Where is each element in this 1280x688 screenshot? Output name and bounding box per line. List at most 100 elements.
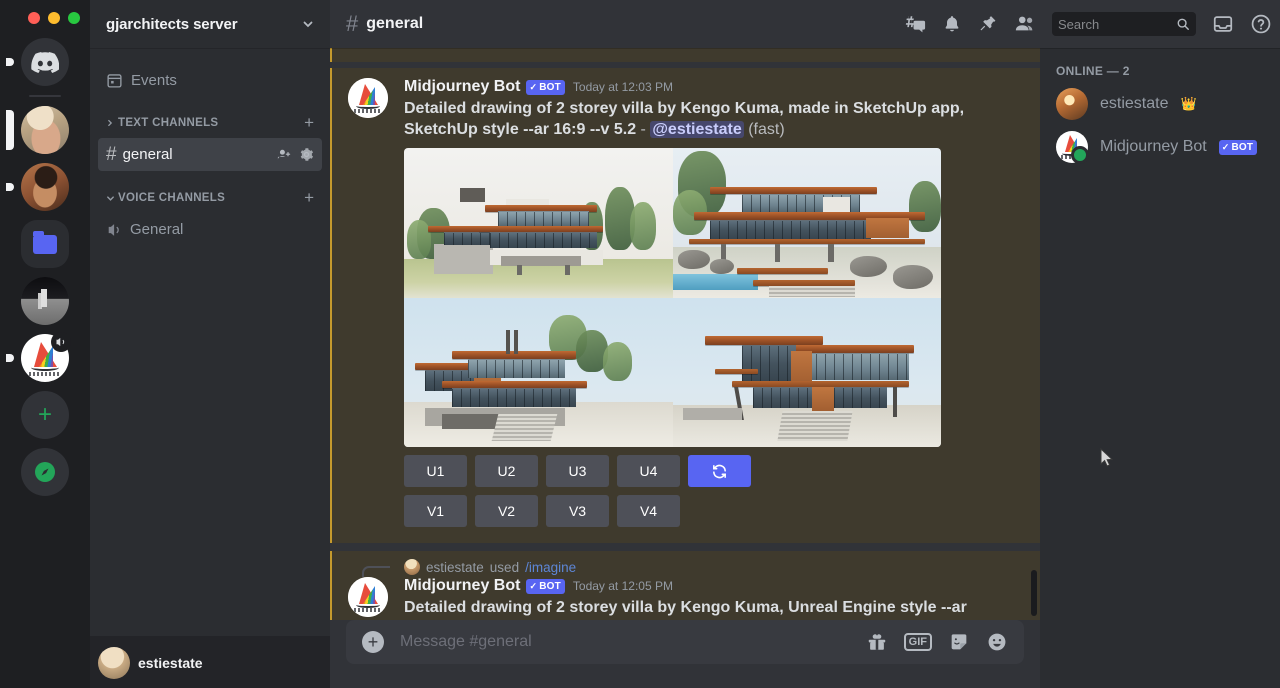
discord-window: + gjarchitects server <box>0 0 1280 688</box>
add-server-button[interactable]: + <box>21 391 69 439</box>
v2-button[interactable]: V2 <box>475 495 538 527</box>
message-image-grid[interactable] <box>404 148 941 447</box>
avatar[interactable] <box>1056 88 1088 120</box>
message-input[interactable]: Message #general <box>400 633 850 651</box>
image-grid-cell-3[interactable] <box>404 298 673 448</box>
speaker-icon <box>106 221 124 239</box>
crown-icon: 👑 <box>1180 96 1196 112</box>
v4-button[interactable]: V4 <box>617 495 680 527</box>
message-text: Detailed drawing of 2 storey villa by Ke… <box>404 98 970 140</box>
message-scroll-area[interactable]: Midjourney Bot ✓BOT Today at 12:03 PM De… <box>330 48 1040 620</box>
u1-button[interactable]: U1 <box>404 455 467 487</box>
server-rail-item-midjourney[interactable] <box>21 334 69 382</box>
member-list-item-midjourney-bot[interactable]: Midjourney Bot ✓BOT <box>1048 126 1272 168</box>
server-rail-folder[interactable] <box>21 220 69 268</box>
plus-icon: + <box>21 391 69 439</box>
u2-button[interactable]: U2 <box>475 455 538 487</box>
avatar[interactable] <box>348 78 388 118</box>
reply-username[interactable]: estiestate <box>426 560 484 575</box>
gif-button[interactable]: GIF <box>904 633 932 651</box>
server-header-dropdown[interactable]: gjarchitects server <box>90 0 330 48</box>
sticker-icon[interactable] <box>948 631 970 653</box>
sidebar-item-voice-general[interactable]: General <box>98 213 322 246</box>
invite-icon[interactable] <box>276 147 292 163</box>
add-voice-channel-button[interactable]: + <box>304 188 322 208</box>
bot-badge: ✓BOT <box>526 579 564 594</box>
server-rail: + <box>0 0 90 688</box>
check-icon: ✓ <box>529 581 537 592</box>
message-item: estiestate used /imagine <box>330 551 1040 620</box>
message-item: Midjourney Bot ✓BOT Today at 12:03 PM De… <box>330 68 1040 543</box>
calendar-icon <box>106 72 123 89</box>
image-grid-cell-1[interactable] <box>404 148 673 298</box>
reply-used-label: used <box>490 560 519 575</box>
members-icon[interactable] <box>1014 13 1036 35</box>
help-icon[interactable] <box>1250 13 1272 35</box>
message-author[interactable]: Midjourney Bot <box>404 577 520 595</box>
message-timestamp: Today at 12:03 PM <box>573 80 673 94</box>
server-rail-item-home[interactable] <box>21 38 69 86</box>
message-status-suffix: (fast) <box>748 121 784 138</box>
message-scrollbar[interactable] <box>1030 48 1038 620</box>
category-text-channels[interactable]: TEXT CHANNELS + <box>90 97 330 137</box>
scrollbar-thumb[interactable] <box>1031 570 1037 616</box>
message-timestamp: Today at 12:05 PM <box>573 579 673 593</box>
image-grid-cell-4[interactable] <box>673 298 942 448</box>
close-window-button[interactable] <box>28 12 40 24</box>
maximize-window-button[interactable] <box>68 12 80 24</box>
avatar[interactable] <box>1056 131 1088 163</box>
search-input[interactable]: Search <box>1058 17 1172 32</box>
message-author[interactable]: Midjourney Bot <box>404 78 520 96</box>
message-composer[interactable]: + Message #general GI <box>346 620 1024 664</box>
threads-icon[interactable] <box>904 13 926 35</box>
gift-icon[interactable] <box>866 631 888 653</box>
u4-button[interactable]: U4 <box>617 455 680 487</box>
active-pill <box>6 110 14 150</box>
pin-icon[interactable] <box>978 14 998 34</box>
explore-servers-button[interactable] <box>21 448 69 496</box>
avatar[interactable] <box>348 577 388 617</box>
bell-icon[interactable] <box>942 14 962 34</box>
muted-icon <box>51 332 71 352</box>
slash-command-reference[interactable]: estiestate used /imagine <box>332 557 992 577</box>
upscale-button-row: U1 U2 U3 U4 <box>404 455 992 487</box>
minimize-window-button[interactable] <box>48 12 60 24</box>
user-panel[interactable]: estiestate <box>90 636 330 688</box>
avatar[interactable] <box>404 559 420 575</box>
emoji-icon[interactable] <box>986 631 1008 653</box>
bot-label: BOT <box>539 581 561 592</box>
slash-command-link[interactable]: /imagine <box>525 560 576 575</box>
v1-button[interactable]: V1 <box>404 495 467 527</box>
server-rail-item-moon[interactable] <box>21 277 69 325</box>
active-pill <box>6 183 14 191</box>
folder-icon <box>21 220 69 268</box>
avatar[interactable] <box>98 647 130 679</box>
user-panel-username: estiestate <box>138 655 203 671</box>
message-text-line1: Detailed drawing of 2 storey villa by Ke… <box>404 100 964 117</box>
reroll-button[interactable] <box>688 455 751 487</box>
search-box[interactable]: Search <box>1052 12 1196 36</box>
active-pill <box>6 58 14 66</box>
mention-estiestate[interactable]: @estiestate <box>650 121 743 138</box>
category-voice-channels[interactable]: VOICE CHANNELS + <box>90 172 330 212</box>
u3-button[interactable]: U3 <box>546 455 609 487</box>
server-rail-item-1[interactable] <box>21 106 69 154</box>
bot-label: BOT <box>1231 142 1253 153</box>
v3-button[interactable]: V3 <box>546 495 609 527</box>
image-grid-cell-2[interactable] <box>673 148 942 298</box>
message-partial-above <box>330 48 1040 62</box>
check-icon: ✓ <box>1222 142 1230 153</box>
add-text-channel-button[interactable]: + <box>304 113 322 133</box>
gear-icon[interactable] <box>299 147 314 162</box>
inbox-icon[interactable] <box>1212 13 1234 35</box>
message-text-line1: Detailed drawing of 2 storey villa by Ke… <box>404 599 967 620</box>
variation-button-row: V1 V2 V3 V4 <box>404 495 992 527</box>
channel-header: # general <box>330 0 1280 48</box>
sidebar-item-events[interactable]: Events <box>98 64 322 96</box>
midjourney-buttons: U1 U2 U3 U4 <box>404 455 992 527</box>
sidebar-item-general[interactable]: # general <box>98 138 322 171</box>
attach-button[interactable]: + <box>362 631 384 653</box>
text-dash: - <box>641 121 646 138</box>
member-list-item-estiestate[interactable]: estiestate 👑 <box>1048 83 1272 125</box>
server-rail-item-2[interactable] <box>21 163 69 211</box>
